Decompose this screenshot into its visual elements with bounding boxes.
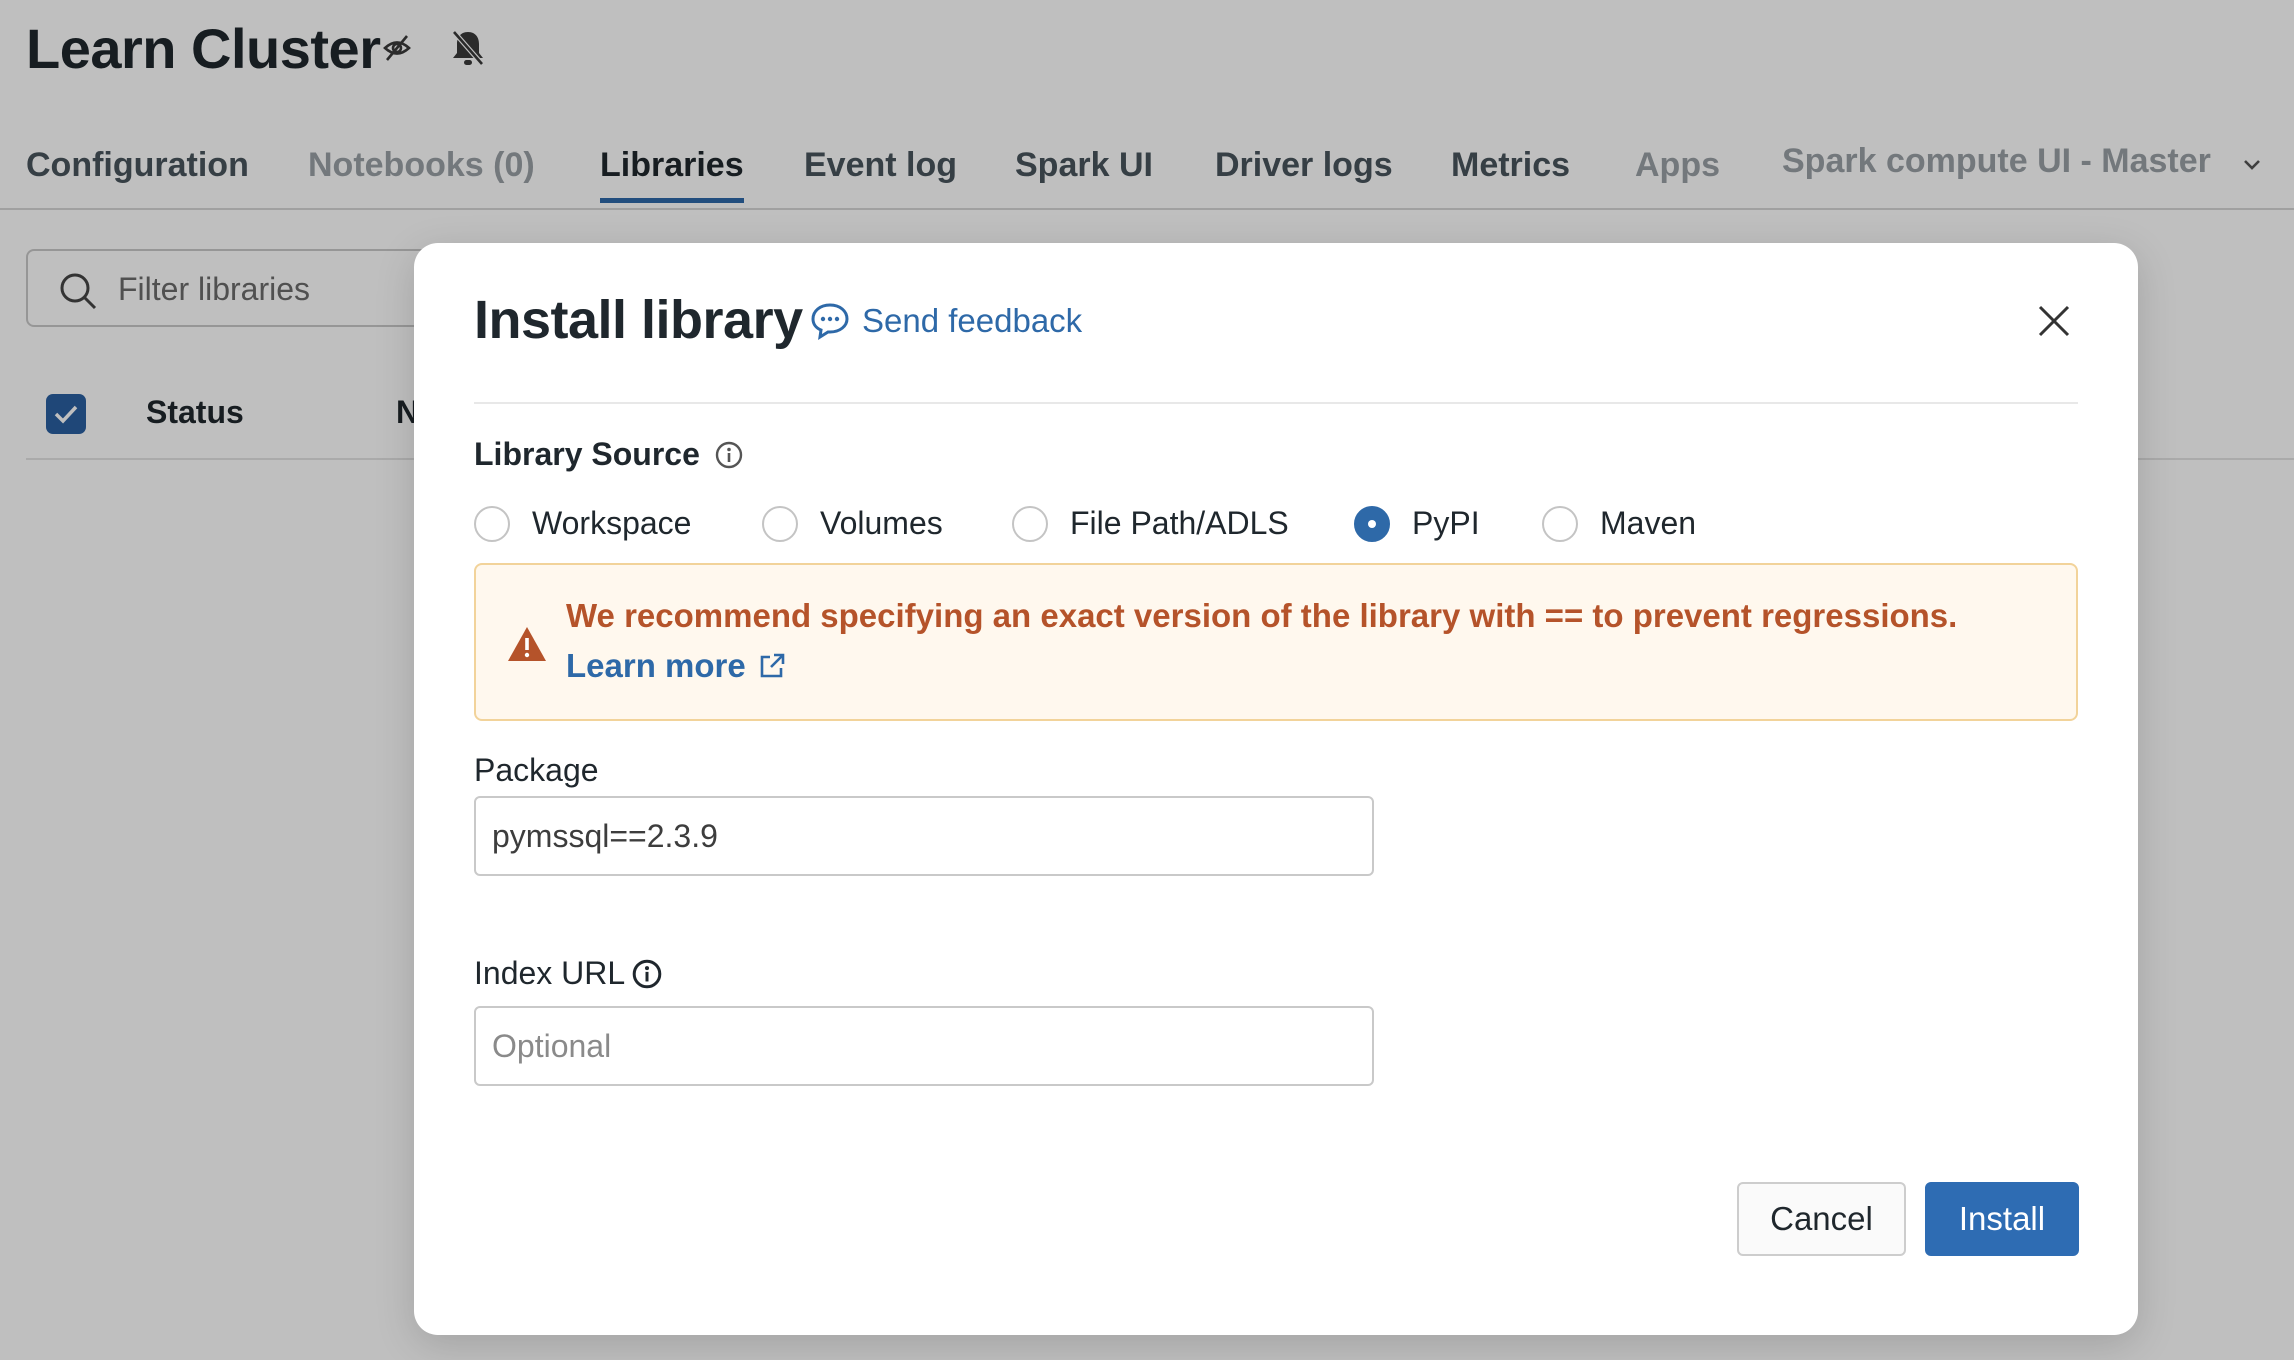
radio-workspace[interactable]: Workspace	[474, 505, 691, 542]
index-url-input[interactable]	[474, 1006, 1374, 1086]
warning-message: We recommend specifying an exact version…	[566, 597, 1958, 634]
send-feedback-label: Send feedback	[862, 302, 1083, 339]
radio-button[interactable]	[1012, 505, 1048, 542]
dialog-title: Install library	[474, 290, 803, 350]
version-warning-alert: We recommend specifying an exact version…	[474, 563, 2078, 721]
package-input[interactable]	[474, 796, 1374, 876]
close-icon[interactable]	[2036, 303, 2072, 344]
chat-bubble-icon	[811, 303, 849, 340]
radio-label: Maven	[1600, 505, 1697, 541]
radio-file-path-adls[interactable]: File Path/ADLS	[1012, 505, 1289, 542]
radio-button[interactable]	[474, 505, 510, 542]
radio-maven[interactable]: Maven	[1542, 505, 1696, 542]
radio-label: Workspace	[532, 505, 692, 541]
radio-button[interactable]	[762, 505, 798, 542]
radio-label: PyPI	[1412, 505, 1480, 541]
index-url-label: Index URL	[474, 955, 663, 992]
radio-pypi[interactable]: PyPI	[1354, 505, 1480, 542]
external-link-icon	[760, 653, 785, 678]
package-label: Package	[474, 752, 599, 788]
library-source-text: Library Source	[474, 436, 700, 472]
learn-more-label: Learn more	[566, 647, 746, 684]
send-feedback-link[interactable]: Send feedback	[810, 301, 1082, 341]
radio-button-selected[interactable]	[1354, 505, 1390, 542]
index-url-text: Index URL	[474, 955, 626, 991]
install-library-dialog: Install library Send feedback Library So…	[414, 243, 2138, 1335]
radio-volumes[interactable]: Volumes	[762, 505, 943, 542]
install-button[interactable]: Install	[1925, 1182, 2079, 1256]
library-source-label: Library Source	[474, 436, 744, 473]
radio-button[interactable]	[1542, 505, 1578, 542]
warning-icon	[508, 627, 546, 661]
learn-more-link[interactable]: Learn more	[566, 647, 786, 685]
cancel-button[interactable]: Cancel	[1737, 1182, 1906, 1256]
dialog-divider	[474, 402, 2078, 404]
info-icon[interactable]	[714, 440, 744, 470]
info-icon[interactable]	[631, 958, 663, 990]
radio-label: File Path/ADLS	[1070, 505, 1289, 541]
radio-label: Volumes	[820, 505, 943, 541]
library-source-radio-group: Workspace Volumes File Path/ADLS PyPI Ma…	[474, 505, 1774, 545]
